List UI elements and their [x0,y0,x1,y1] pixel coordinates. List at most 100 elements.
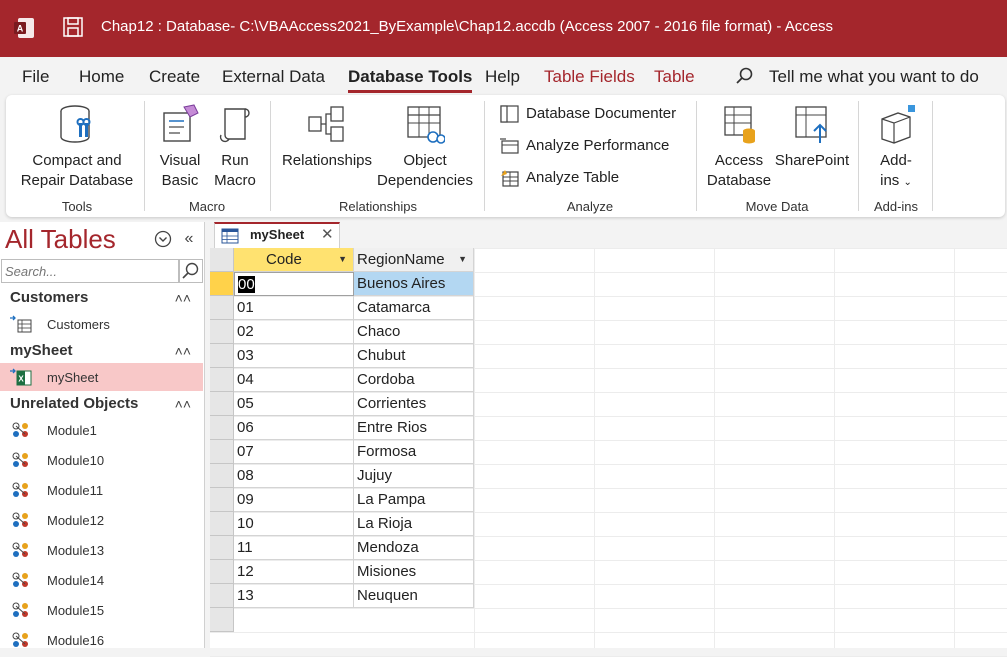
column-header-code[interactable]: Code ▼ [234,248,354,272]
cell-region-name[interactable]: Cordoba [354,368,474,392]
row-selector[interactable] [210,344,234,368]
cell-code[interactable]: 07 [234,440,354,464]
nav-item-mysheet[interactable]: X mySheet [0,363,203,391]
cell-code[interactable]: 05 [234,392,354,416]
nav-item-module[interactable]: Module12 [0,506,203,534]
nav-item-module[interactable]: Module13 [0,536,203,564]
database-documenter-button[interactable]: Database Documenter [500,103,690,125]
cell-value: 04 [237,371,254,388]
nav-item-module[interactable]: Module10 [0,446,203,474]
ribbon: Compact and Repair Database Tools Visual… [6,95,1005,217]
cell-region-name[interactable]: Formosa [354,440,474,464]
select-all-corner[interactable] [210,248,234,272]
row-selector[interactable] [210,296,234,320]
cell-region-name[interactable]: Corrientes [354,392,474,416]
access-database-button[interactable]: Access Database [704,103,774,191]
nav-item-module[interactable]: Module1 [0,416,203,444]
analyze-table-icon [501,170,519,187]
tab-file[interactable]: File [22,67,49,87]
column-header-regionname[interactable]: RegionName ▼ [354,248,474,272]
row-selector[interactable] [210,536,234,560]
collapse-pane-icon[interactable]: « [180,230,198,248]
run-macro-button[interactable]: Run Macro [210,103,260,191]
visual-basic-button[interactable]: Visual Basic [154,103,206,191]
analyze-performance-button[interactable]: Analyze Performance [500,135,690,157]
cell-code[interactable]: 01 [234,296,354,320]
row-selector[interactable] [210,488,234,512]
row-selector[interactable] [210,584,234,608]
row-selector[interactable] [210,320,234,344]
nav-item-module[interactable]: Module16 [0,626,203,654]
tab-external-data[interactable]: External Data [222,67,325,87]
row-selector[interactable] [210,368,234,392]
tab-home[interactable]: Home [79,67,124,87]
cell-value: 01 [237,299,254,316]
cell-code[interactable]: 10 [234,512,354,536]
document-tab-strip: mySheet ✕ [210,222,1007,248]
add-ins-button[interactable]: Add- ins ⌄ [866,103,926,193]
tab-help[interactable]: Help [485,67,520,87]
cell-region-name[interactable]: Catamarca [354,296,474,320]
cell-region-name[interactable]: Misiones [354,560,474,584]
cell-code[interactable]: 09 [234,488,354,512]
tab-table-fields[interactable]: Table Fields [544,67,635,87]
nav-search-button[interactable] [179,259,203,283]
cell-region-name[interactable]: Jujuy [354,464,474,488]
dropdown-arrow-icon[interactable]: ▼ [338,248,347,271]
object-dependencies-button[interactable]: Object Dependencies [374,103,476,191]
nav-item-module[interactable]: Module14 [0,566,203,594]
row-selector[interactable] [210,512,234,536]
cell-code[interactable]: 04 [234,368,354,392]
cell-region-name[interactable]: Buenos Aires [354,272,474,296]
nav-group-customers[interactable]: Customers ˄˄ [0,286,205,310]
row-selector[interactable] [210,464,234,488]
nav-item-customers[interactable]: Customers [0,310,203,338]
dropdown-arrow-icon[interactable]: ▼ [458,248,467,271]
cell-region-name[interactable]: Entre Rios [354,416,474,440]
sharepoint-button[interactable]: SharePoint [774,103,850,171]
nav-item-module[interactable]: Module11 [0,476,203,504]
cell-region-name[interactable]: Neuquen [354,584,474,608]
tab-database-tools[interactable]: Database Tools [348,67,473,93]
cell-code[interactable]: 11 [234,536,354,560]
window-title: Chap12 : Database- C:\VBAAccess2021_ByEx… [101,18,834,35]
row-selector[interactable] [210,560,234,584]
row-selector[interactable] [210,272,234,296]
cell-code[interactable]: 13 [234,584,354,608]
nav-search-input[interactable] [1,259,179,283]
row-selector[interactable] [210,440,234,464]
access-label-2: Database [706,172,772,189]
cell-code[interactable]: 00 [234,272,354,296]
tab-table[interactable]: Table [654,67,695,87]
cell-region-name[interactable]: Chaco [354,320,474,344]
tab-create[interactable]: Create [149,67,200,87]
nav-item-module[interactable]: Module15 [0,596,203,624]
row-selector[interactable] [210,392,234,416]
nav-group-unrelated-objects[interactable]: Unrelated Objects ˄˄ [0,392,205,416]
cell-region-name[interactable]: Chubut [354,344,474,368]
group-move-data-label: Move Data [745,199,809,214]
document-tab-mysheet[interactable]: mySheet ✕ [214,222,340,248]
compact-repair-button[interactable]: Compact and Repair Database [18,103,136,191]
close-icon[interactable]: ✕ [321,225,334,243]
cell-region-name[interactable]: Mendoza [354,536,474,560]
relationships-button[interactable]: Relationships [280,103,374,171]
chevron-down-circle-icon[interactable] [154,230,172,248]
search-icon[interactable] [735,66,755,86]
cell-region-name[interactable]: La Pampa [354,488,474,512]
nav-pane-title[interactable]: All Tables [5,224,116,255]
cell-code[interactable]: 02 [234,320,354,344]
analyze-performance-icon [500,138,519,154]
nav-group-mysheet[interactable]: mySheet ˄˄ [0,339,205,363]
save-icon[interactable] [62,16,84,38]
cell-code[interactable]: 03 [234,344,354,368]
new-record-selector[interactable] [210,608,234,632]
cell-region-name[interactable]: La Rioja [354,512,474,536]
cell-code[interactable]: 12 [234,560,354,584]
analyze-table-button[interactable]: Analyze Table [500,167,690,189]
tell-me-box[interactable]: Tell me what you want to do [769,67,979,87]
row-selector[interactable] [210,416,234,440]
cell-code[interactable]: 06 [234,416,354,440]
nav-item-label: Module15 [47,603,105,618]
cell-code[interactable]: 08 [234,464,354,488]
